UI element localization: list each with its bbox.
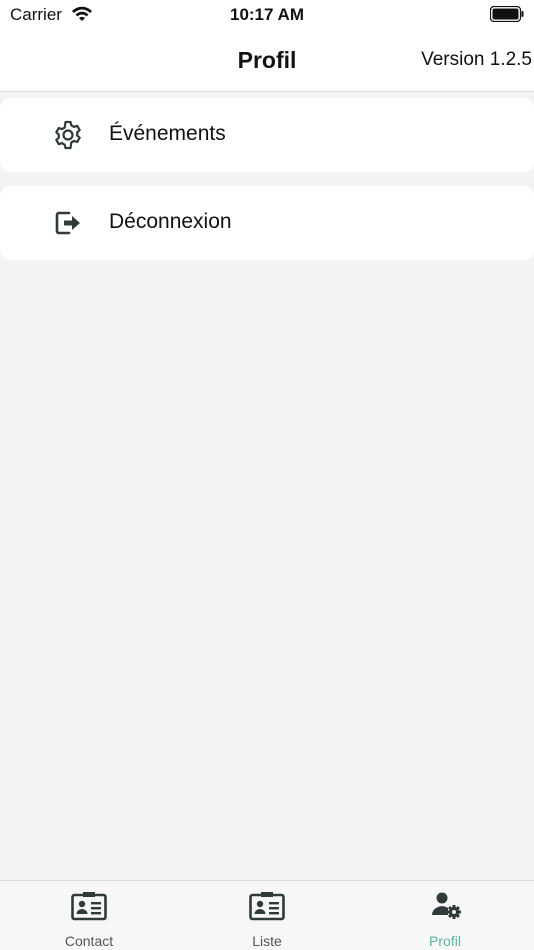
battery-icon [490,6,524,22]
tab-label: Contact [64,933,114,949]
nav-bar: Profil Version 1.2.5 [0,32,534,92]
gear-icon [55,120,81,150]
contact-card-icon [71,892,107,921]
tab-label: Profil [429,933,461,949]
list-card-icon [249,892,285,921]
tab-profil[interactable]: Profil [356,881,534,950]
tab-bar: Contact Liste Profil [0,880,534,950]
profile-menu: Événements Déconnexion [0,98,534,274]
user-settings-icon [432,892,461,919]
menu-item-label: Déconnexion [109,210,232,233]
status-time: 10:17 AM [229,5,304,24]
tab-label: Liste [252,933,282,949]
menu-item-events[interactable]: Événements [0,98,534,172]
menu-item-label: Événements [109,122,226,145]
tab-contact[interactable]: Contact [0,881,178,950]
logout-icon [55,211,80,235]
version-label: Version 1.2.5 [421,49,532,70]
menu-item-logout[interactable]: Déconnexion [0,186,534,260]
tab-liste[interactable]: Liste [178,881,356,950]
status-bar: Carrier 10:17 AM [0,0,534,32]
